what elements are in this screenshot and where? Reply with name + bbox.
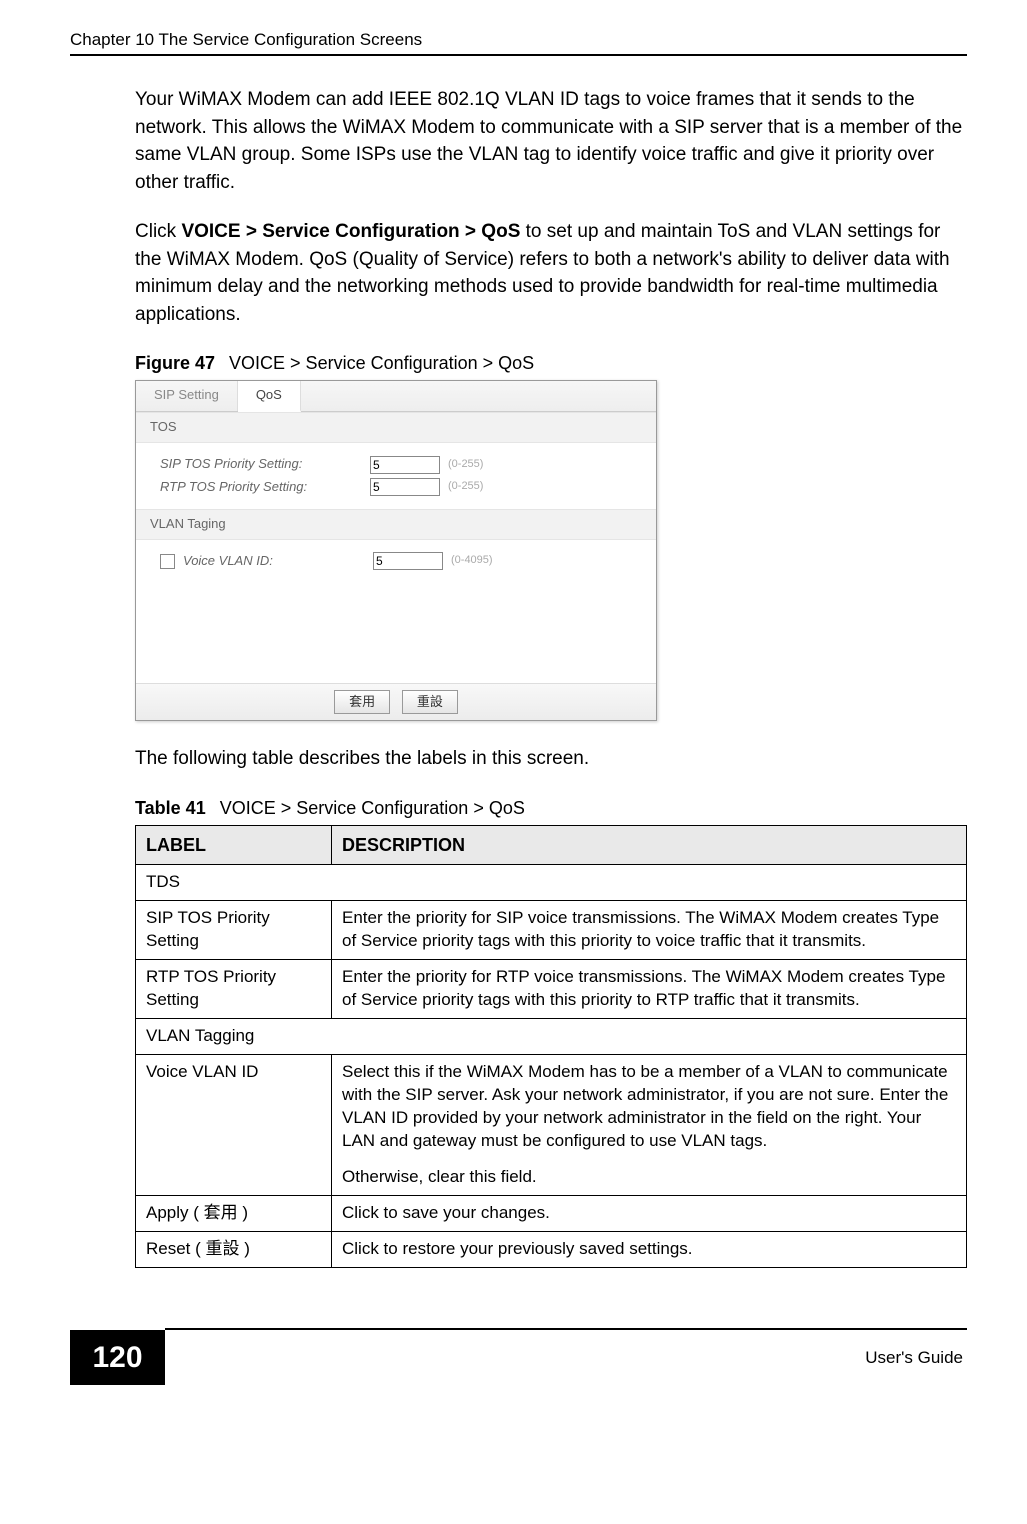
tab-qos[interactable]: QoS [238, 381, 301, 412]
input-rtp-tos[interactable] [370, 478, 440, 496]
paragraph-2-bold: VOICE > Service Configuration > QoS [181, 221, 520, 242]
table-row: TDS [136, 865, 967, 901]
hint-voice-vlan: (0-4095) [451, 553, 493, 569]
paragraph-2-pre: Click [135, 221, 181, 242]
cell-tds: TDS [136, 865, 967, 901]
figure-caption: Figure 47 VOICE > Service Configuration >… [135, 350, 967, 376]
page-footer: 120 User's Guide [70, 1328, 967, 1385]
table-row: Voice VLAN ID Select this if the WiMAX M… [136, 1054, 967, 1196]
page-number: 120 [70, 1330, 165, 1385]
reset-button[interactable]: 重設 [402, 690, 458, 715]
chapter-title: Chapter 10 The Service Configuration Scr… [70, 30, 422, 50]
cell-apply-label: Apply ( 套用 ) [136, 1196, 332, 1232]
label-rtp-tos: RTP TOS Priority Setting: [160, 478, 370, 497]
label-sip-tos: SIP TOS Priority Setting: [160, 455, 370, 474]
input-sip-tos[interactable] [370, 456, 440, 474]
cell-voice-vlan-desc: Select this if the WiMAX Modem has to be… [332, 1054, 967, 1196]
apply-button[interactable]: 套用 [334, 690, 390, 715]
cell-vlan-tagging: VLAN Tagging [136, 1018, 967, 1054]
table-caption-text: VOICE > Service Configuration > QoS [220, 798, 525, 818]
qos-screenshot: SIP Setting QoS TOS SIP TOS Priority Set… [135, 380, 657, 721]
hint-sip-tos: (0-255) [448, 457, 483, 473]
cell-voice-vlan-desc-a: Select this if the WiMAX Modem has to be… [342, 1061, 956, 1153]
cell-voice-vlan-label: Voice VLAN ID [136, 1054, 332, 1196]
cell-sip-label: SIP TOS Priority Setting [136, 901, 332, 960]
row-voice-vlan: Voice VLAN ID: (0-4095) [160, 552, 642, 571]
button-bar: 套用 重設 [136, 683, 656, 721]
cell-reset-label: Reset ( 重設 ) [136, 1232, 332, 1268]
paragraph-2: Click VOICE > Service Configuration > Qo… [135, 218, 967, 328]
guide-label: User's Guide [165, 1348, 967, 1368]
cell-rtp-label: RTP TOS Priority Setting [136, 959, 332, 1018]
description-table: LABEL DESCRIPTION TDS SIP TOS Priority S… [135, 825, 967, 1268]
paragraph-3: The following table describes the labels… [135, 745, 967, 773]
row-rtp-tos: RTP TOS Priority Setting: (0-255) [160, 478, 642, 497]
input-voice-vlan[interactable] [373, 552, 443, 570]
hint-rtp-tos: (0-255) [448, 479, 483, 495]
row-sip-tos: SIP TOS Priority Setting: (0-255) [160, 455, 642, 474]
table-row: VLAN Tagging [136, 1018, 967, 1054]
table-header-row: LABEL DESCRIPTION [136, 826, 967, 865]
table-caption: Table 41 VOICE > Service Configuration > … [135, 795, 967, 821]
label-voice-vlan: Voice VLAN ID: [183, 552, 373, 571]
table-row: RTP TOS Priority Setting Enter the prior… [136, 959, 967, 1018]
table-row: SIP TOS Priority Setting Enter the prior… [136, 901, 967, 960]
section-tos: TOS [136, 412, 656, 443]
figure-label: Figure 47 [135, 353, 215, 373]
th-label: LABEL [136, 826, 332, 865]
cell-voice-vlan-desc-b: Otherwise, clear this field. [342, 1166, 956, 1189]
table-row: Reset ( 重設 ) Click to restore your previ… [136, 1232, 967, 1268]
checkbox-voice-vlan[interactable] [160, 554, 175, 569]
cell-rtp-desc: Enter the priority for RTP voice transmi… [332, 959, 967, 1018]
tab-sip-setting[interactable]: SIP Setting [136, 381, 238, 411]
figure-caption-text: VOICE > Service Configuration > QoS [229, 353, 534, 373]
paragraph-1: Your WiMAX Modem can add IEEE 802.1Q VLA… [135, 86, 967, 196]
cell-apply-desc: Click to save your changes. [332, 1196, 967, 1232]
section-vlan: VLAN Taging [136, 509, 656, 540]
th-description: DESCRIPTION [332, 826, 967, 865]
cell-sip-desc: Enter the priority for SIP voice transmi… [332, 901, 967, 960]
table-label: Table 41 [135, 798, 206, 818]
tab-bar: SIP Setting QoS [136, 381, 656, 412]
table-row: Apply ( 套用 ) Click to save your changes. [136, 1196, 967, 1232]
cell-reset-desc: Click to restore your previously saved s… [332, 1232, 967, 1268]
page-header: Chapter 10 The Service Configuration Scr… [70, 30, 967, 56]
